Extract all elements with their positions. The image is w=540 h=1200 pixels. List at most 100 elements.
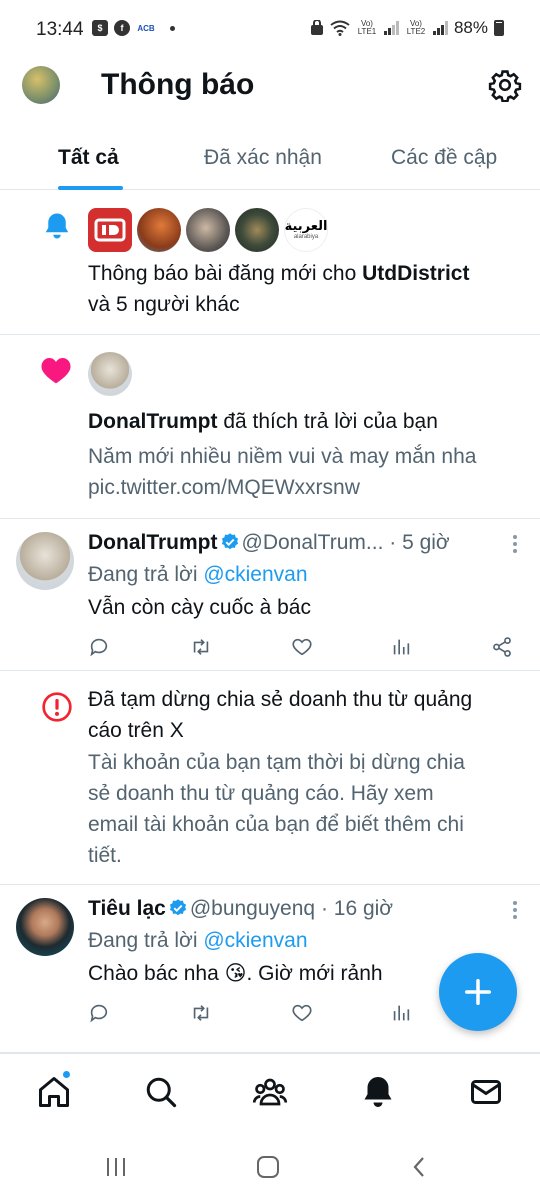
compose-button[interactable]	[439, 953, 517, 1031]
alert-title-line1: Đã tạm dừng chia sẻ doanh thu từ quảng	[88, 688, 473, 711]
like-text: DonalTrumpt đã thích trả lời của bạn	[88, 406, 528, 437]
notification-reply-1[interactable]: DonalTrumpt @DonalTrum... · 5 giờ Đang tr…	[0, 519, 540, 671]
status-left-icons: $ f ACB	[92, 20, 175, 36]
post-alert-prefix: Thông báo bài đăng mới cho	[88, 262, 363, 285]
tab-mentions[interactable]: Các đề cập	[391, 146, 497, 170]
status-right: Vo) LTE1 Vo) LTE2 88%	[310, 18, 504, 38]
top-header: Thông báo	[0, 60, 540, 110]
more-options-icon[interactable]	[512, 535, 518, 555]
acb-icon: ACB	[137, 23, 155, 33]
reply2-replying: Đang trả lời @ckienvan	[88, 925, 308, 956]
reply2-content-suffix: . Giờ mới rảnh	[246, 962, 383, 985]
notification-post-alert[interactable]: العربية alarabiya Thông báo bài đăng mới…	[0, 191, 540, 335]
reply2-replying-prefix: Đang trả lời	[88, 929, 204, 952]
reply1-content: Vẫn còn cày cuốc à bác	[88, 596, 311, 619]
communities-icon[interactable]	[252, 1074, 288, 1110]
like-quote-link[interactable]: pic.twitter.com/MQEWxxrsnw	[88, 476, 360, 499]
reply1-replying: Đang trả lời @ckienvan	[88, 559, 308, 590]
like-icon[interactable]	[291, 636, 313, 658]
retweet-icon[interactable]	[190, 1002, 212, 1024]
battery-percent: 88%	[453, 18, 488, 37]
recent-apps-icon[interactable]	[104, 1155, 128, 1179]
profile-avatar[interactable]	[22, 66, 60, 104]
notifications-icon[interactable]	[360, 1074, 396, 1110]
avatar-utddistrict[interactable]	[88, 208, 132, 252]
alert-body-line2: sẻ doanh thu từ quảng cáo. Hãy xem	[88, 782, 434, 805]
avatar-follower-3[interactable]	[235, 208, 279, 252]
notification-monetization-alert[interactable]: Đã tạm dừng chia sẻ doanh thu từ quảng c…	[0, 671, 540, 885]
tab-all[interactable]: Tất cả	[58, 146, 119, 170]
page-title: Thông báo	[101, 68, 255, 101]
like-quote: Năm mới nhiều niềm vui và may mắn nha pi…	[88, 441, 528, 503]
home-icon[interactable]	[36, 1074, 72, 1110]
retweet-icon[interactable]	[190, 636, 212, 658]
kiss-emoji-icon: 😘	[224, 962, 247, 985]
reply2-content-prefix: Chào bác nha	[88, 962, 225, 985]
signal-label-1: Vo) LTE1	[357, 19, 377, 36]
reply1-name[interactable]: DonalTrumpt	[88, 531, 218, 554]
reply1-actions	[88, 636, 520, 660]
avatar-follower-2[interactable]	[186, 208, 230, 252]
alert-body-line3: email tài khoản của bạn để biết thêm chi	[88, 813, 464, 836]
signal-bars-2-icon	[432, 21, 448, 35]
alert-body-line1: Tài khoản của bạn tạm thời bị dừng chia	[88, 751, 465, 774]
notification-like[interactable]: DonalTrumpt đã thích trả lời của bạn Năm…	[0, 335, 540, 519]
post-alert-account[interactable]: UtdDistrict	[362, 262, 469, 285]
alert-title: Đã tạm dừng chia sẻ doanh thu từ quảng c…	[88, 684, 528, 746]
verified-badge-icon	[221, 533, 238, 550]
utddistrict-logo-icon	[94, 218, 126, 242]
alert-circle-icon	[42, 692, 72, 722]
plus-icon	[465, 979, 491, 1005]
battery-icon	[494, 20, 504, 36]
home-badge	[62, 1070, 71, 1079]
like-user[interactable]: DonalTrumpt	[88, 410, 218, 433]
search-icon[interactable]	[143, 1074, 179, 1110]
messages-icon[interactable]	[468, 1074, 504, 1110]
reply1-header: DonalTrumpt @DonalTrum... · 5 giờ	[88, 527, 503, 558]
share-icon[interactable]	[491, 636, 513, 658]
verified-badge-icon	[169, 899, 186, 916]
alert-body: Tài khoản của bạn tạm thời bị dừng chia …	[88, 747, 528, 871]
back-icon[interactable]	[408, 1155, 432, 1179]
tab-verified[interactable]: Đã xác nhận	[204, 146, 322, 170]
reply1-time: · 5 giờ	[389, 531, 450, 554]
like-icon[interactable]	[291, 1002, 313, 1024]
sim-app-icon: $	[92, 20, 108, 36]
alert-body-line4: tiết.	[88, 844, 122, 867]
avatar-follower-1[interactable]	[137, 208, 181, 252]
avatar-tieulac[interactable]	[16, 898, 74, 956]
reply1-replying-to[interactable]: @ckienvan	[203, 563, 307, 586]
system-navigation-bar	[0, 1133, 540, 1200]
bell-icon	[45, 213, 69, 239]
alarabiya-label: alarabiya	[293, 234, 319, 240]
reply-icon[interactable]	[88, 1002, 110, 1024]
reply2-content: Chào bác nha 😘. Giờ mới rảnh	[88, 958, 383, 989]
home-button-icon[interactable]	[256, 1155, 280, 1179]
views-icon[interactable]	[390, 636, 412, 658]
views-icon[interactable]	[390, 1002, 412, 1024]
more-options-icon[interactable]	[512, 901, 518, 921]
tab-bar: Tất cả Đã xác nhận Các đề cập	[0, 130, 540, 190]
reply1-handle[interactable]: @DonalTrum...	[242, 531, 384, 554]
notification-dot	[170, 25, 175, 31]
signal-bars-1-icon	[383, 21, 399, 35]
facebook-icon: f	[114, 20, 130, 36]
reply2-name[interactable]: Tiêu lạc	[88, 897, 166, 920]
avatar-alarabiya[interactable]: العربية alarabiya	[284, 208, 328, 252]
status-time: 13:44	[36, 19, 84, 40]
avatar-donaltrumpt-reply[interactable]	[16, 532, 74, 590]
status-bar: 13:44 $ f ACB Vo) LTE1 Vo) LTE2 88%	[0, 0, 540, 60]
like-action: đã thích trả lời của bạn	[217, 410, 438, 433]
reply2-time: · 16 giờ	[320, 897, 394, 920]
alarabiya-logo: العربية	[284, 219, 328, 234]
reply-icon[interactable]	[88, 636, 110, 658]
reply2-replying-to[interactable]: @ckienvan	[203, 929, 307, 952]
bottom-navigation	[0, 1053, 540, 1133]
active-tab-indicator	[58, 186, 123, 190]
gear-icon[interactable]	[488, 68, 522, 102]
avatar-donaltrumpt[interactable]	[88, 352, 132, 396]
alert-title-line2: cáo trên X	[88, 719, 184, 742]
reply2-handle[interactable]: @bunguyenq	[190, 897, 315, 920]
signal-label-2: Vo) LTE2	[406, 19, 426, 36]
reply1-replying-prefix: Đang trả lời	[88, 563, 204, 586]
